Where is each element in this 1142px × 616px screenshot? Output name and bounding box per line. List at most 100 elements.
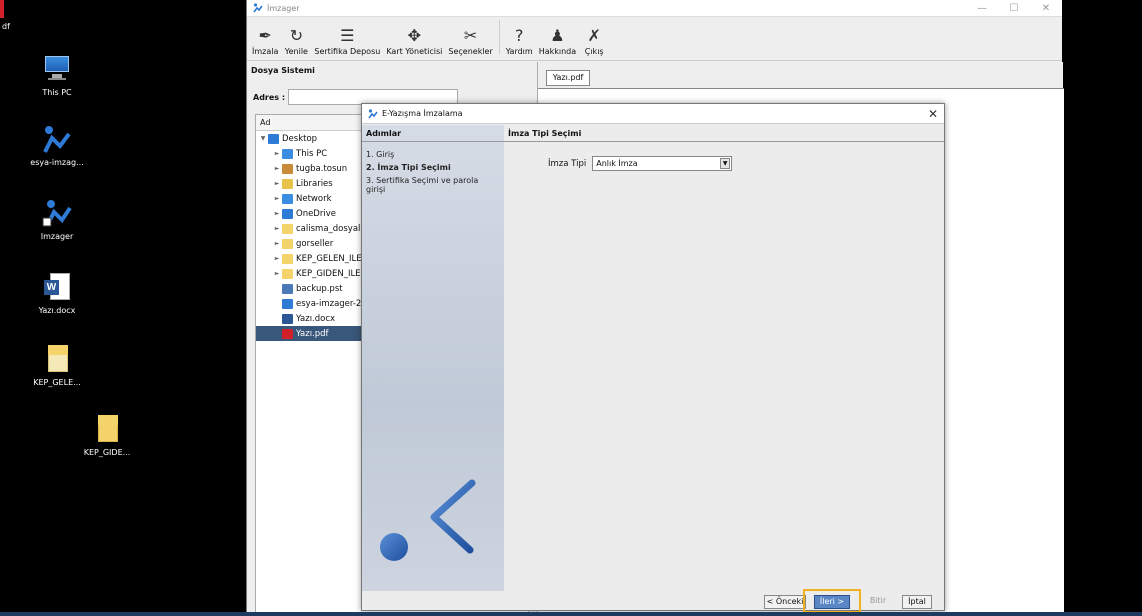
file-icon <box>282 193 293 204</box>
file-system-title: Dosya Sistemi <box>251 66 315 75</box>
finish-button[interactable]: Bitir <box>864 595 892 609</box>
minimize-icon[interactable]: — <box>966 3 998 14</box>
tree-item-label: Network <box>296 193 332 204</box>
expand-arrow-icon[interactable]: ► <box>272 195 282 202</box>
desktop-icon-kep-gelen[interactable]: KEP_GELE... <box>22 344 92 387</box>
signature-type-row: İmza Tipi Anlık İmza ▼ <box>548 156 944 171</box>
file-icon <box>282 313 293 324</box>
expand-arrow-icon[interactable]: ▼ <box>258 135 268 142</box>
e-yazisma-dialog: E-Yazışma İmzalama ✕ Adımlar 1. Giriş 2.… <box>361 103 945 613</box>
tree-item-label: gorseller <box>296 238 334 249</box>
tab-yazi-pdf[interactable]: Yazı.pdf <box>546 70 590 86</box>
desktop-icon-label: Yazı.docx <box>38 306 76 315</box>
signature-type-label: İmza Tipi <box>548 158 587 169</box>
certificate-store-button[interactable]: ☰ Sertifika Deposu <box>311 25 383 57</box>
chevron-down-icon[interactable]: ▼ <box>720 158 731 169</box>
expand-arrow-icon[interactable]: ► <box>272 240 282 247</box>
tools-icon: ✂ <box>463 25 478 45</box>
previous-button[interactable]: < Önceki <box>764 595 806 609</box>
tree-item-label: KEP_GIDEN_ILE <box>296 268 361 279</box>
exit-button[interactable]: ✗ Çıkış <box>579 25 609 57</box>
desktop-edge-label: df <box>2 22 10 31</box>
tree-item-label: Yazı.docx <box>296 313 336 324</box>
desktop-icon-this-pc[interactable]: This PC <box>22 54 92 97</box>
tree-item-label: calisma_dosyala <box>296 223 366 234</box>
about-icon: ♟ <box>550 25 565 45</box>
desktop-icon-yazi-docx[interactable]: W Yazı.docx <box>22 272 92 315</box>
imzager-icon <box>42 124 72 154</box>
desktop-icon-kep-giden[interactable]: KEP_GIDE... <box>72 414 142 457</box>
refresh-icon: ↻ <box>289 25 304 45</box>
tree-item-label: esya-imzager-2.5 <box>296 298 370 309</box>
desktop-icon-label: KEP_GELE... <box>33 378 81 387</box>
file-icon <box>282 283 293 294</box>
desktop-edge-icon <box>0 0 4 18</box>
exit-icon: ✗ <box>587 25 601 45</box>
content-header: İmza Tipi Seçimi <box>504 125 944 142</box>
file-icon <box>282 298 293 309</box>
dialog-title: E-Yazışma İmzalama <box>382 109 463 118</box>
app-titlebar: İmzager — ☐ ✕ <box>247 0 1062 17</box>
dialog-titlebar: E-Yazışma İmzalama ✕ <box>362 104 944 124</box>
file-icon <box>282 238 293 249</box>
desktop-icon-label: This PC <box>42 88 72 97</box>
tree-item-label: Yazı.pdf <box>296 328 329 339</box>
tree-item-label: tugba.tosun <box>296 163 348 174</box>
about-button[interactable]: ♟ Hakkında <box>536 25 579 57</box>
expand-arrow-icon[interactable]: ► <box>272 210 282 217</box>
app-logo-icon <box>368 108 378 118</box>
file-icon <box>282 253 293 264</box>
next-button-highlight <box>803 589 861 613</box>
desktop-icon-imzager[interactable]: Imzager <box>22 198 92 241</box>
tree-item-label: Libraries <box>296 178 333 189</box>
expand-arrow-icon[interactable]: ► <box>272 165 282 172</box>
word-document-icon: W <box>42 272 72 302</box>
signature-type-select[interactable]: Anlık İmza ▼ <box>592 156 733 171</box>
close-icon[interactable]: ✕ <box>1030 3 1062 14</box>
tree-item-label: backup.pst <box>296 283 343 294</box>
file-icon <box>282 148 293 159</box>
step-item: 3. Sertifika Seçimi ve parola girişi <box>366 176 479 194</box>
file-icon <box>282 328 293 339</box>
taskbar <box>0 612 1142 616</box>
tree-item-label: This PC <box>296 148 328 159</box>
cancel-button[interactable]: İptal <box>902 595 932 609</box>
help-icon: ? <box>514 25 524 45</box>
folder-icon <box>92 414 122 444</box>
expand-arrow-icon[interactable]: ► <box>272 180 282 187</box>
steps-header: Adımlar <box>362 125 504 142</box>
tree-item-label: Desktop <box>282 133 318 144</box>
steps-panel: Adımlar 1. Giriş 2. İmza Tipi Seçimi 3. … <box>362 125 504 591</box>
esya-logo-icon <box>372 455 487 588</box>
expand-arrow-icon[interactable]: ► <box>272 255 282 262</box>
desktop-icon-esya-imzager[interactable]: esya-imzag... <box>22 124 92 167</box>
close-icon[interactable]: ✕ <box>922 107 944 121</box>
certificate-store-icon: ☰ <box>340 25 355 45</box>
expand-arrow-icon[interactable]: ► <box>272 270 282 277</box>
desktop-icon-label: esya-imzag... <box>30 158 84 167</box>
step-item: 1. Giriş <box>366 150 395 159</box>
file-icon <box>282 268 293 279</box>
card-manager-button[interactable]: ✥ Kart Yöneticisi <box>383 25 445 57</box>
expand-arrow-icon[interactable]: ► <box>272 150 282 157</box>
tree-item-label: KEP_GELEN_ILE <box>296 253 362 264</box>
desktop-icon-label: KEP_GIDE... <box>83 448 131 457</box>
file-icon <box>282 163 293 174</box>
file-icon <box>282 208 293 219</box>
file-icon <box>268 133 279 144</box>
address-label: Adres : <box>253 92 286 102</box>
refresh-button[interactable]: ↻ Yenile <box>281 25 311 57</box>
card-manager-icon: ✥ <box>407 25 422 45</box>
maximize-icon[interactable]: ☐ <box>998 3 1030 14</box>
imzager-shortcut-icon <box>42 198 72 228</box>
folder-icon <box>42 344 72 374</box>
computer-icon <box>42 54 72 84</box>
file-icon <box>282 223 293 234</box>
main-toolbar: ✒ İmzala ↻ Yenile ☰ Sertifika Deposu ✥ Kart … <box>247 17 1062 61</box>
expand-arrow-icon[interactable]: ► <box>272 225 282 232</box>
sign-button[interactable]: ✒ İmzala <box>249 25 281 57</box>
app-title: İmzager <box>267 3 300 13</box>
options-button[interactable]: ✂ Seçenekler <box>445 25 495 57</box>
file-icon <box>282 178 293 189</box>
help-button[interactable]: ? Yardım <box>503 25 536 57</box>
